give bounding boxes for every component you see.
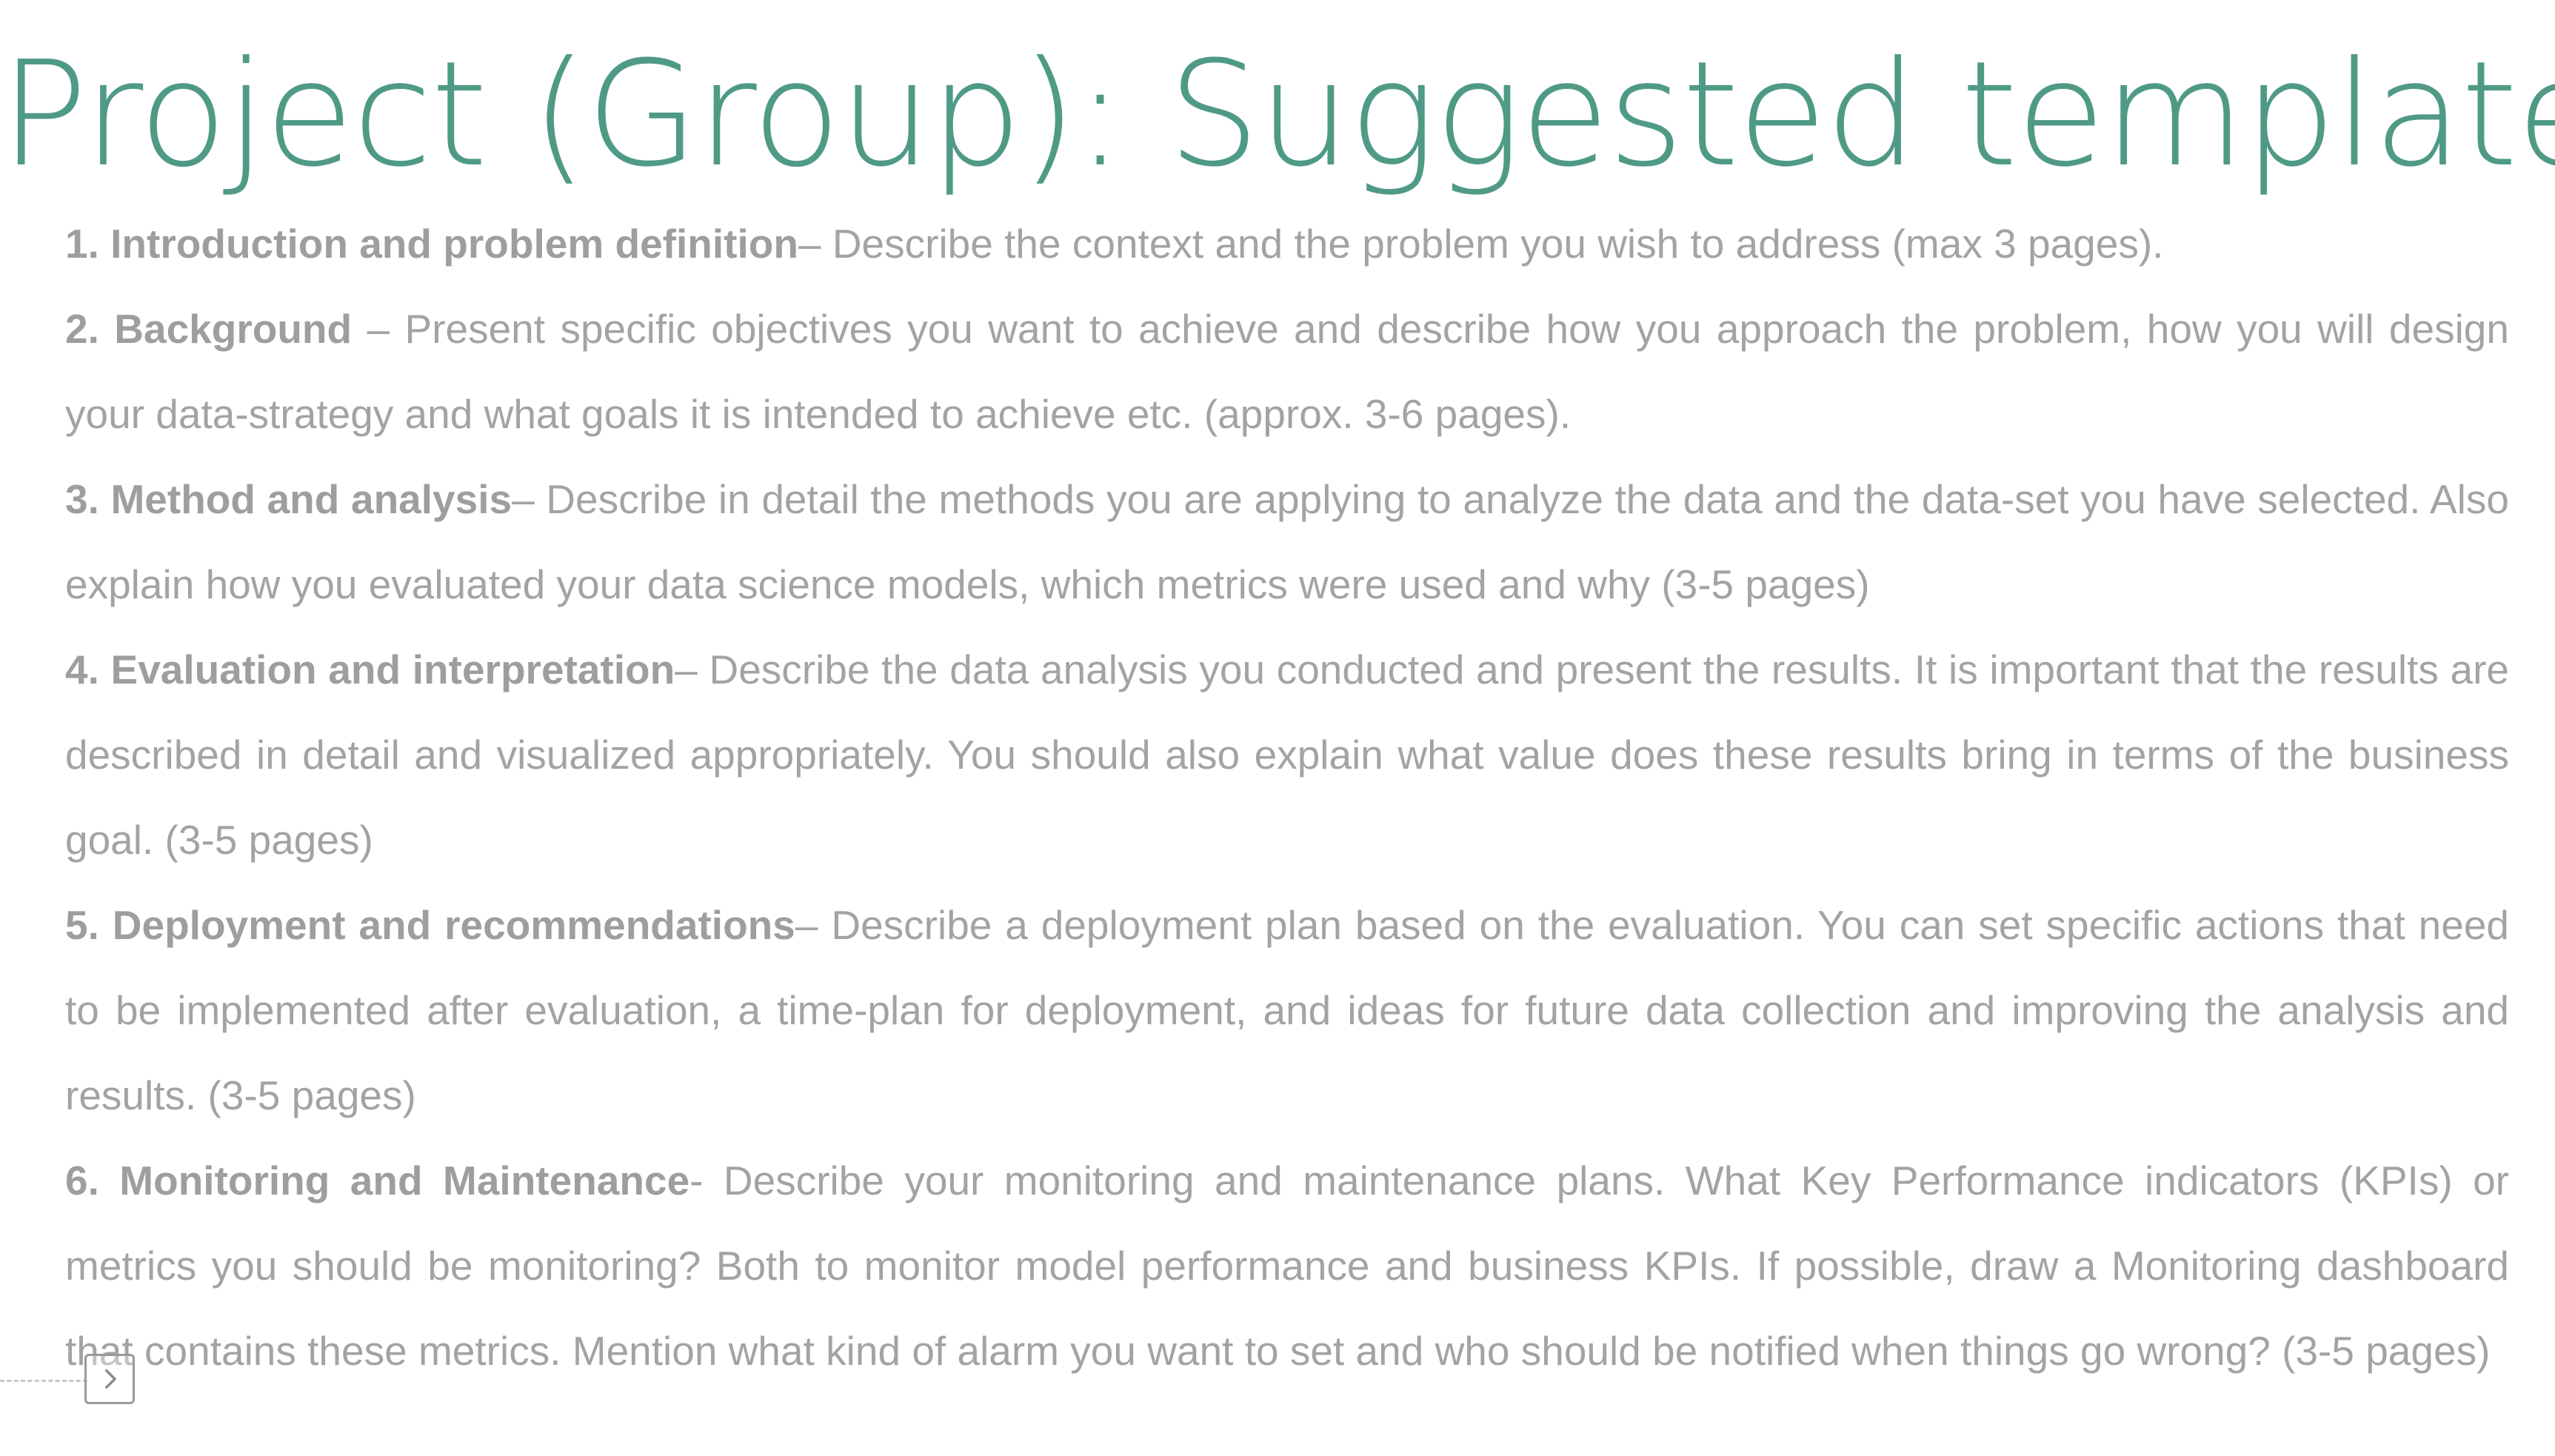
section-heading: 2. Background — [65, 306, 353, 352]
presentation-slide: Project (Group): Suggested template 1. I… — [0, 0, 2555, 1456]
section-background: 2. Background – Present specific objecti… — [65, 287, 2509, 457]
section-deployment: 5. Deployment and recommendations– Descr… — [65, 883, 2509, 1138]
section-heading: 5. Deployment and recommendations — [65, 902, 795, 948]
section-monitoring: 6. Monitoring and Maintenance- Describe … — [65, 1138, 2509, 1394]
section-body: – Describe the context and the problem y… — [798, 221, 2164, 267]
slide-nav-guide-line — [0, 1380, 87, 1382]
slide-content: 1. Introduction and problem definition– … — [65, 201, 2509, 1394]
next-slide-button[interactable] — [84, 1354, 135, 1404]
section-introduction: 1. Introduction and problem definition– … — [65, 201, 2509, 287]
section-heading: 4. Evaluation and interpretation — [65, 647, 675, 692]
section-evaluation: 4. Evaluation and interpretation– Descri… — [65, 627, 2509, 883]
section-heading: 6. Monitoring and Maintenance — [65, 1158, 690, 1203]
chevron-right-icon — [105, 1369, 116, 1389]
section-method: 3. Method and analysis– Describe in deta… — [65, 457, 2509, 627]
slide-title: Project (Group): Suggested template — [0, 30, 2555, 199]
section-heading: 3. Method and analysis — [65, 476, 512, 522]
section-heading: 1. Introduction and problem definition — [65, 221, 798, 267]
section-body: – Present specific objectives you want t… — [65, 306, 2509, 437]
